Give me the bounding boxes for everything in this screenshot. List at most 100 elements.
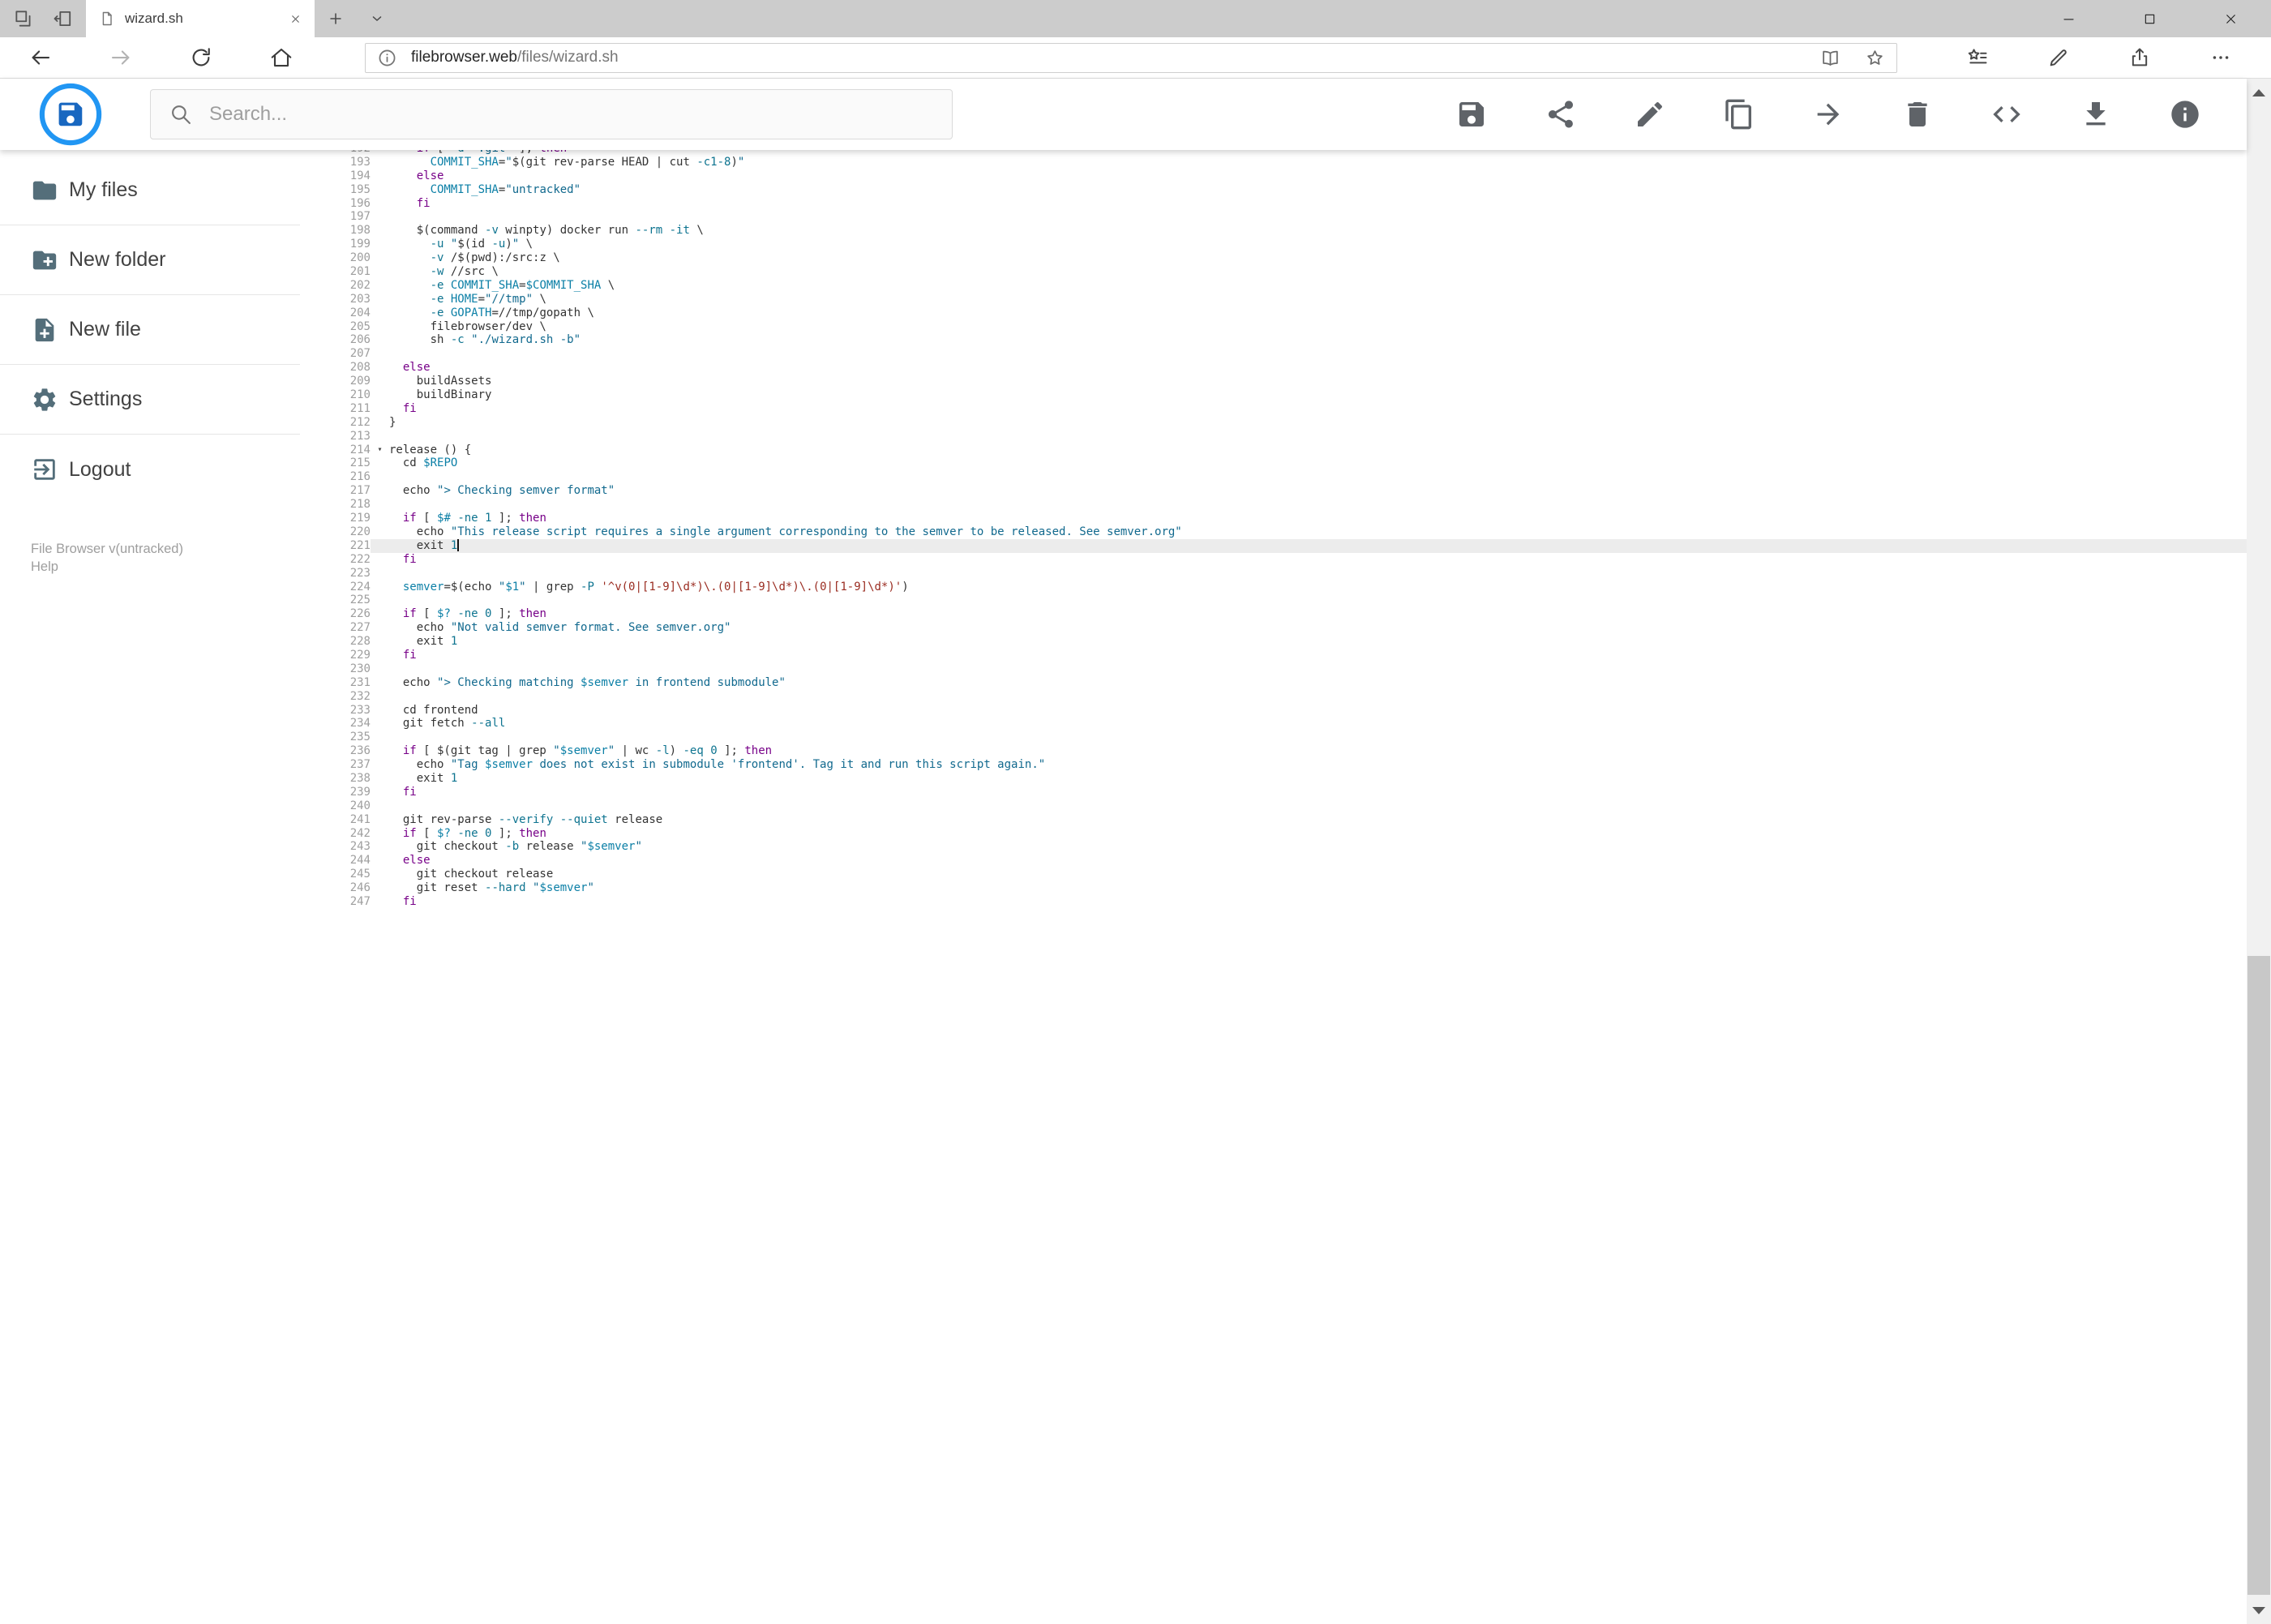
code-line[interactable]: 206 sh -c "./wizard.sh -b" [300, 333, 2247, 347]
code-line[interactable]: 209 buildAssets [300, 375, 2247, 388]
code-line[interactable]: 223 [300, 567, 2247, 581]
code-line[interactable]: 198 $(command -v winpty) docker run --rm… [300, 224, 2247, 238]
code-line[interactable]: 232 [300, 690, 2247, 704]
code-line[interactable]: 192 if [ -d ".git" ]; then [300, 150, 2247, 156]
code-line[interactable]: 207 [300, 347, 2247, 361]
page-scrollbar[interactable] [2247, 79, 2271, 1624]
code-line[interactable]: 233 cd frontend [300, 704, 2247, 718]
code-line[interactable]: 238 exit 1 [300, 772, 2247, 786]
delete-button[interactable] [1901, 98, 1934, 131]
code-line[interactable]: 236 if [ $(git tag | grep "$semver" | wc… [300, 744, 2247, 758]
tab-close-button[interactable] [289, 13, 302, 25]
code-line[interactable]: 244 else [300, 854, 2247, 868]
code-line[interactable]: 239 fi [300, 786, 2247, 799]
code-line[interactable]: 241 git rev-parse --verify --quiet relea… [300, 813, 2247, 827]
tab-list-button[interactable] [357, 0, 397, 37]
code-line[interactable]: 221 exit 1 [300, 538, 2247, 553]
tab-preview-button[interactable] [52, 8, 73, 29]
code-line[interactable]: 213 [300, 430, 2247, 443]
sidebar-item-settings[interactable]: Settings [0, 365, 300, 435]
refresh-button[interactable] [161, 37, 241, 78]
share-page-button[interactable] [2099, 37, 2180, 78]
code-line[interactable]: 234 git fetch --all [300, 717, 2247, 731]
sidebar-item-my-files[interactable]: My files [0, 156, 300, 225]
info-button[interactable] [2169, 98, 2201, 131]
code-line[interactable]: 215 cd $REPO [300, 456, 2247, 470]
code-line[interactable]: 203 -e HOME="//tmp" \ [300, 293, 2247, 306]
code-line[interactable]: 237 echo "Tag $semver does not exist in … [300, 758, 2247, 772]
code-line[interactable]: 197 [300, 210, 2247, 224]
scroll-down-button[interactable] [2247, 1596, 2271, 1624]
code-line[interactable]: 214 ▾ release () { [300, 443, 2247, 457]
code-line[interactable]: 222 fi [300, 553, 2247, 567]
code-line[interactable]: 216 [300, 470, 2247, 484]
filebrowser-logo[interactable] [39, 83, 102, 146]
code-line[interactable]: 204 -e GOPATH=//tmp/gopath \ [300, 306, 2247, 320]
code-line[interactable]: 199 -u "$(id -u)" \ [300, 238, 2247, 251]
code-line[interactable]: 210 buildBinary [300, 388, 2247, 402]
maximize-button[interactable] [2109, 0, 2190, 37]
code-line[interactable]: 205 filebrowser/dev \ [300, 320, 2247, 334]
code-line[interactable]: 229 fi [300, 649, 2247, 662]
code-line[interactable]: 225 [300, 593, 2247, 607]
code-line[interactable]: 220 echo "This release script requires a… [300, 525, 2247, 539]
code-line[interactable]: 193 COMMIT_SHA="$(git rev-parse HEAD | c… [300, 156, 2247, 169]
scrollbar-thumb[interactable] [2247, 956, 2270, 1595]
address-bar[interactable]: filebrowser.web/files/wizard.sh [365, 42, 1897, 73]
home-button[interactable] [241, 37, 321, 78]
web-notes-button[interactable] [2018, 37, 2099, 78]
code-line[interactable]: 226 if [ $? -ne 0 ]; then [300, 607, 2247, 621]
more-options-button[interactable] [2180, 37, 2261, 78]
reading-view-button[interactable] [1820, 48, 1840, 68]
code-line[interactable]: 201 -w //src \ [300, 265, 2247, 279]
download-button[interactable] [2080, 98, 2112, 131]
code-line[interactable]: 242 if [ $? -ne 0 ]; then [300, 827, 2247, 841]
tabs-set-aside-button[interactable] [13, 8, 34, 29]
browser-tab[interactable]: wizard.sh [86, 0, 315, 37]
code-editor[interactable]: 192 if [ -d ".git" ]; then193 COMMIT_SHA… [300, 150, 2247, 1624]
code-line[interactable]: 247 fi [300, 895, 2247, 909]
scroll-up-button[interactable] [2247, 79, 2271, 106]
search-input[interactable] [209, 103, 934, 126]
code-line[interactable]: 202 -e COMMIT_SHA=$COMMIT_SHA \ [300, 279, 2247, 293]
code-line[interactable]: 208 else [300, 361, 2247, 375]
code-line[interactable]: 246 git reset --hard "$semver" [300, 881, 2247, 895]
code-line[interactable]: 219 if [ $# -ne 1 ]; then [300, 512, 2247, 525]
code-line[interactable]: 196 fi [300, 197, 2247, 211]
code-line[interactable]: 240 [300, 799, 2247, 813]
add-favorite-button[interactable] [1865, 48, 1885, 68]
code-line[interactable]: 227 echo "Not valid semver format. See s… [300, 621, 2247, 635]
code-line[interactable]: 231 echo "> Checking matching $semver in… [300, 676, 2247, 690]
search-bar[interactable] [150, 89, 953, 139]
copy-button[interactable] [1723, 98, 1755, 131]
close-window-button[interactable] [2190, 0, 2271, 37]
code-line[interactable]: 218 [300, 498, 2247, 512]
help-link[interactable]: Help [31, 558, 300, 576]
move-button[interactable] [1812, 98, 1845, 131]
raw-view-button[interactable] [1990, 98, 2023, 131]
code-line[interactable]: 224 semver=$(echo "$1" | grep -P '^v(0|[… [300, 581, 2247, 594]
code-line[interactable]: 235 [300, 731, 2247, 744]
code-line[interactable]: 211 fi [300, 402, 2247, 416]
sidebar-item-logout[interactable]: Logout [0, 435, 300, 504]
code-line[interactable]: 243 git checkout -b release "$semver" [300, 840, 2247, 854]
sidebar-item-new-file[interactable]: New file [0, 295, 300, 365]
new-tab-button[interactable] [315, 0, 357, 37]
site-info-icon[interactable] [377, 48, 397, 68]
save-button[interactable] [1455, 98, 1488, 131]
hub-button[interactable] [1937, 37, 2018, 78]
fold-marker-icon[interactable]: ▾ [371, 443, 389, 457]
code-line[interactable]: 245 git checkout release [300, 868, 2247, 881]
sidebar-item-new-folder[interactable]: New folder [0, 225, 300, 295]
code-line[interactable]: 230 [300, 662, 2247, 676]
back-button[interactable] [0, 37, 80, 78]
share-button[interactable] [1545, 98, 1577, 131]
rename-button[interactable] [1634, 98, 1666, 131]
code-line[interactable]: 217 echo "> Checking semver format" [300, 484, 2247, 498]
minimize-button[interactable] [2028, 0, 2109, 37]
code-line[interactable]: 194 else [300, 169, 2247, 183]
code-line[interactable]: 228 exit 1 [300, 635, 2247, 649]
code-line[interactable]: 200 -v /$(pwd):/src:z \ [300, 251, 2247, 265]
forward-button[interactable] [80, 37, 161, 78]
code-line[interactable]: 212} [300, 416, 2247, 430]
